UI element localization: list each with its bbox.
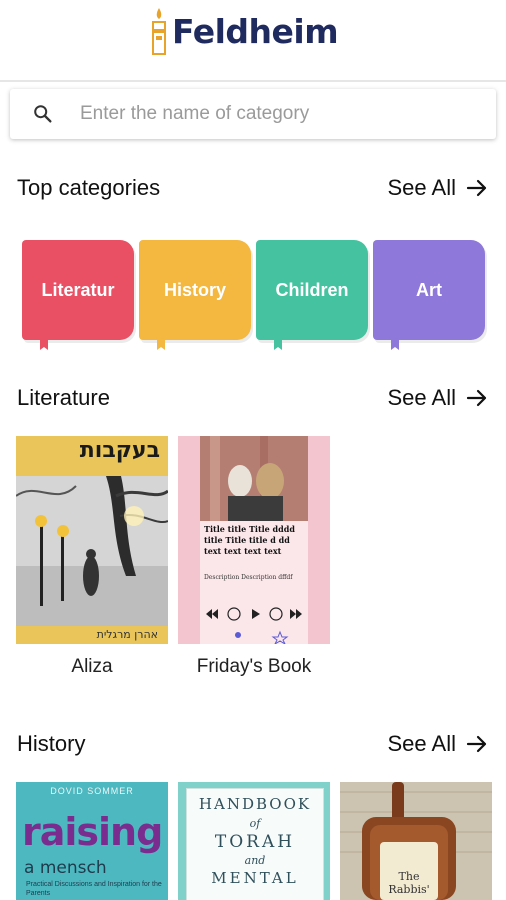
arrow-right-icon [466,735,487,753]
category-card-children[interactable]: Children [256,240,368,340]
cover-author: DOVID SOMMER [50,786,134,796]
search-icon [34,105,52,123]
top-categories-see-all-button[interactable]: See All [388,175,489,201]
history-section-title: History [17,731,86,756]
category-label: Children [275,279,349,300]
cover-author-hebrew: אהרן מרגלית [96,628,158,641]
bookmark-icon [391,340,399,350]
category-search-bar[interactable] [10,89,496,139]
cover-title-sub: a mensch [24,858,107,878]
cover-title-text: Title title Title dddd title Title title… [204,524,295,556]
cover-header: בעקבות [16,436,168,476]
category-card-history[interactable]: History [139,240,251,340]
top-categories-title: Top categories [17,175,161,200]
bottom-nav-icons [235,630,289,644]
cover-line-5: MENTAL [211,869,299,887]
menorah-logo-icon [152,8,166,55]
see-all-label: See All [387,731,457,756]
arrow-right-icon [466,389,487,407]
player-controls-icon [206,607,302,621]
cover-panel: HANDBOOK of TORAH and MENTAL [186,788,324,900]
book-title-fridays-book: Friday's Book [196,656,312,677]
book-cover-fridays-book[interactable]: Title title Title dddd title Title title… [178,436,330,644]
phone-mockup: Title title Title dddd title Title title… [200,436,308,644]
cover-title-main: raising [22,810,163,854]
tag-line-1: The [398,870,420,883]
bookmark-icon [274,340,282,350]
cover-tagline: Practical Discussions and Inspiration fo… [26,881,162,897]
see-all-label: See All [387,175,457,200]
category-card-literature[interactable]: Literatur [22,240,134,340]
category-label: Literatur [41,279,115,300]
book-cover-handbook-torah[interactable]: HANDBOOK of TORAH and MENTAL [178,782,330,900]
cover-photo [200,436,308,521]
book-cover-aliza[interactable]: בעקבות אהרן מרגלית [16,436,168,644]
book-cover-the-rabbis[interactable]: The Rabbis' [340,782,492,900]
see-all-label: See All [387,385,457,410]
brand-name: Feldheim [172,11,339,51]
cover-illustration [16,476,168,626]
book-title-aliza: Aliza [71,656,113,677]
category-card-art[interactable]: Art [373,240,485,340]
bookmark-icon [40,340,48,350]
tag-text: The Rabbis' [380,870,438,896]
literature-see-all-button[interactable]: See All [388,385,489,411]
cover-description: Description Description dffdf [204,574,293,581]
cover-line-4: and [244,854,266,867]
category-carousel[interactable]: Literatur History Children Art [22,240,506,355]
history-see-all-button[interactable]: See All [388,731,489,757]
search-input[interactable] [78,102,462,126]
cover-line-2: of [249,817,261,830]
tag-line-2: Rabbis' [388,883,430,896]
cover-footer: אהרן מרגלית [16,626,168,644]
cover-line-1: HANDBOOK [198,795,312,813]
bookmark-icon [157,340,165,350]
app-header: Feldheim [0,0,506,82]
book-cover-raising-a-mensch[interactable]: DOVID SOMMER raising a mensch Practical … [16,782,168,900]
cover-line-3: TORAH [214,832,296,852]
arrow-right-icon [466,179,487,197]
feldheim-logo[interactable]: Feldheim [150,6,339,56]
cover-hebrew-title: בעקבות [79,438,160,463]
category-label: Art [416,279,442,300]
literature-section-title: Literature [17,385,110,410]
category-label: History [163,279,226,300]
